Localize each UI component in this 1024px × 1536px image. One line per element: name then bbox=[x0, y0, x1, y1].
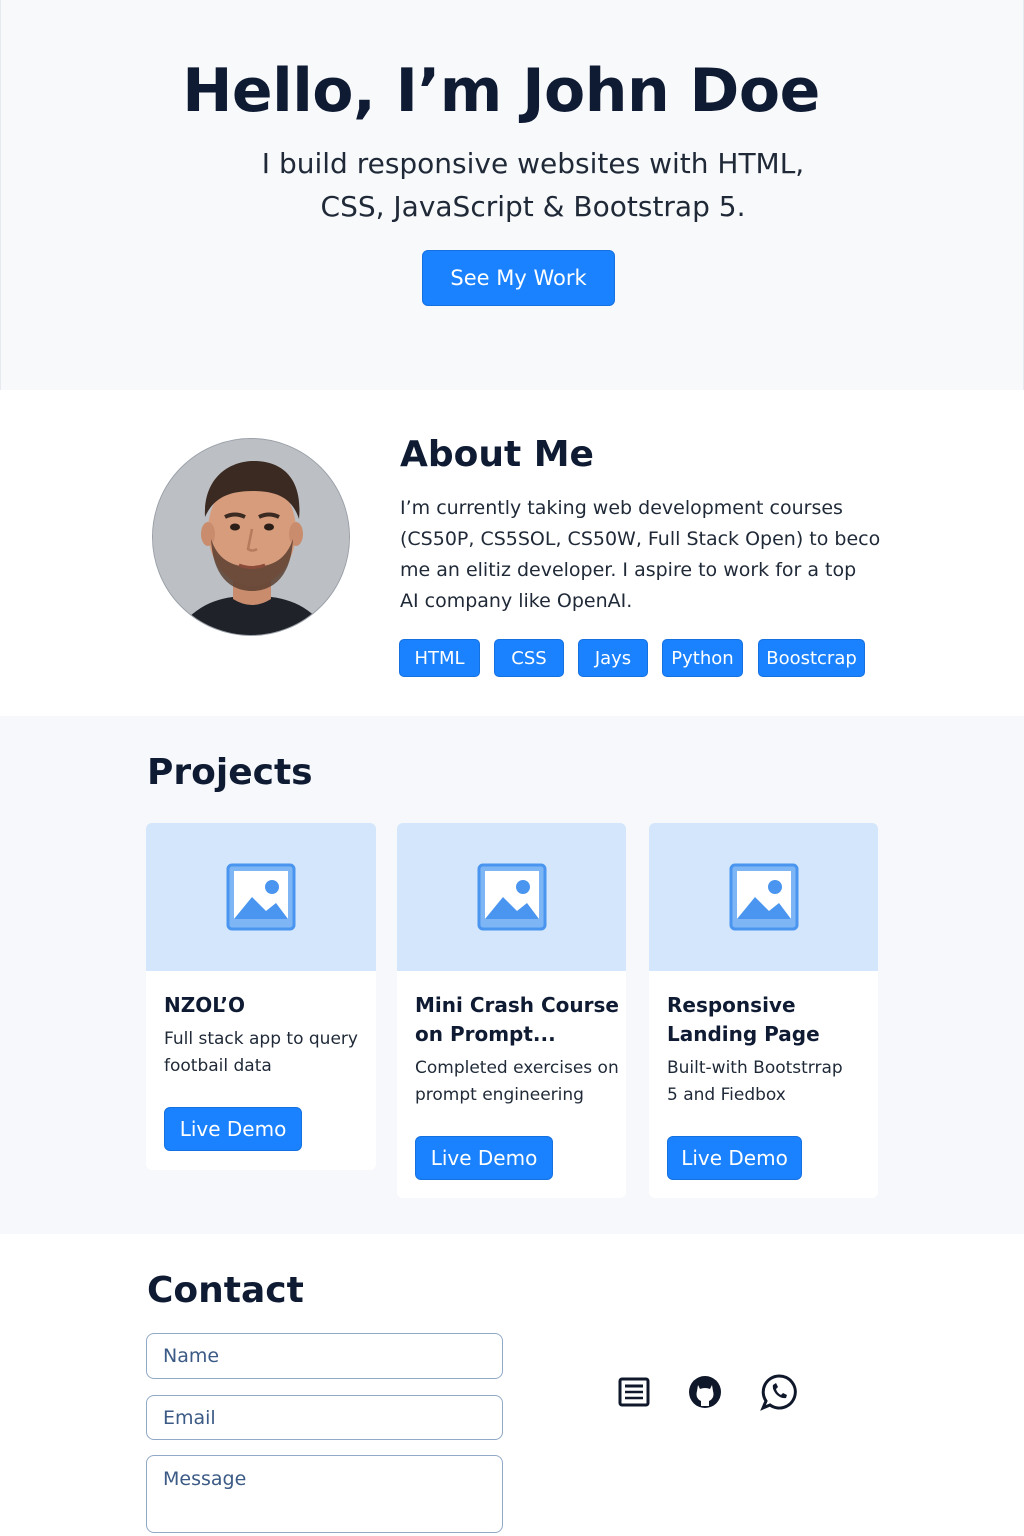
about-title: About Me bbox=[400, 434, 594, 475]
github-icon[interactable] bbox=[685, 1372, 725, 1412]
project-description-line: footbail data bbox=[164, 1056, 272, 1076]
profile-photo bbox=[153, 439, 349, 635]
project-image bbox=[649, 823, 878, 971]
about-section: About Me I’m currently taking web develo… bbox=[0, 390, 1024, 716]
project-title: Mini Crash Course on Prompt... bbox=[415, 991, 619, 1049]
name-field[interactable] bbox=[146, 1333, 503, 1379]
document-icon[interactable] bbox=[614, 1372, 654, 1412]
skill-chip-css[interactable]: CSS bbox=[494, 639, 564, 677]
see-my-work-button[interactable]: See My Work bbox=[422, 250, 615, 306]
projects-title: Projects bbox=[147, 752, 313, 793]
project-card: Responsive Landing Page Built-with Boots… bbox=[649, 823, 878, 1198]
skill-chip-python[interactable]: Python bbox=[662, 639, 743, 677]
skill-chip-jays[interactable]: Jays bbox=[578, 639, 648, 677]
about-text-line: I’m currently taking web development cou… bbox=[400, 497, 843, 519]
about-text-line: me an elitiz developer. I aspire to work… bbox=[400, 559, 857, 581]
project-card: Mini Crash Course on Prompt... Completed… bbox=[397, 823, 626, 1198]
project-description-line: Completed exercises on bbox=[415, 1058, 619, 1078]
project-image bbox=[397, 823, 626, 971]
project-description-line: Full stack app to query bbox=[164, 1029, 358, 1049]
about-text-line: (CS50P, CS5SOL, CS50W, Full Stack Open) … bbox=[400, 528, 881, 550]
project-title-line: Responsive bbox=[667, 993, 796, 1017]
project-description: Built-with Bootstrrap 5 and Fiedbox bbox=[667, 1055, 843, 1109]
skill-chip-html[interactable]: HTML bbox=[399, 639, 480, 677]
project-title-line: Mini Crash Course bbox=[415, 993, 619, 1017]
hero-subtitle-line: I build responsive websites with HTML, bbox=[261, 147, 805, 180]
project-title-line: NZOL’O bbox=[164, 993, 245, 1017]
live-demo-button[interactable]: Live Demo bbox=[164, 1107, 302, 1151]
projects-section: Projects NZOL’O Full stack app to query … bbox=[0, 716, 1024, 1234]
whatsapp-icon[interactable] bbox=[759, 1372, 799, 1412]
project-description: Completed exercises on prompt engineerin… bbox=[415, 1055, 619, 1109]
live-demo-button[interactable]: Live Demo bbox=[667, 1136, 802, 1180]
project-description: Full stack app to query footbail data bbox=[164, 1026, 358, 1080]
contact-section: Contact bbox=[0, 1234, 1024, 1536]
hero-section: Hello, I’m John Doe I build responsive w… bbox=[0, 0, 1024, 390]
hero-subtitle: I build responsive websites with HTML, C… bbox=[1, 142, 1024, 228]
image-placeholder-icon bbox=[729, 863, 799, 931]
project-description-line: prompt engineering bbox=[415, 1085, 584, 1105]
image-placeholder-icon bbox=[477, 863, 547, 931]
project-title: NZOL’O bbox=[164, 991, 245, 1020]
email-field[interactable] bbox=[146, 1395, 503, 1440]
project-image bbox=[146, 823, 376, 971]
hero-subtitle-line: CSS, JavaScript & Bootstrap 5. bbox=[320, 190, 746, 223]
project-card: NZOL’O Full stack app to query footbail … bbox=[146, 823, 376, 1170]
avatar bbox=[152, 438, 350, 636]
hero-title: Hello, I’m John Doe bbox=[182, 56, 820, 126]
contact-title: Contact bbox=[147, 1270, 304, 1311]
project-description-line: 5 and Fiedbox bbox=[667, 1085, 786, 1105]
image-placeholder-icon bbox=[226, 863, 296, 931]
project-title-line: on Prompt... bbox=[415, 1022, 556, 1046]
about-text-line: AI company like OpenAI. bbox=[400, 590, 633, 612]
message-field[interactable] bbox=[146, 1455, 503, 1533]
project-title: Responsive Landing Page bbox=[667, 991, 820, 1049]
about-text: I’m currently taking web development cou… bbox=[400, 493, 900, 617]
project-description-line: Built-with Bootstrrap bbox=[667, 1058, 843, 1078]
live-demo-button[interactable]: Live Demo bbox=[415, 1136, 553, 1180]
project-title-line: Landing Page bbox=[667, 1022, 820, 1046]
skill-chip-boostcrap[interactable]: Boostcrap bbox=[758, 639, 865, 677]
